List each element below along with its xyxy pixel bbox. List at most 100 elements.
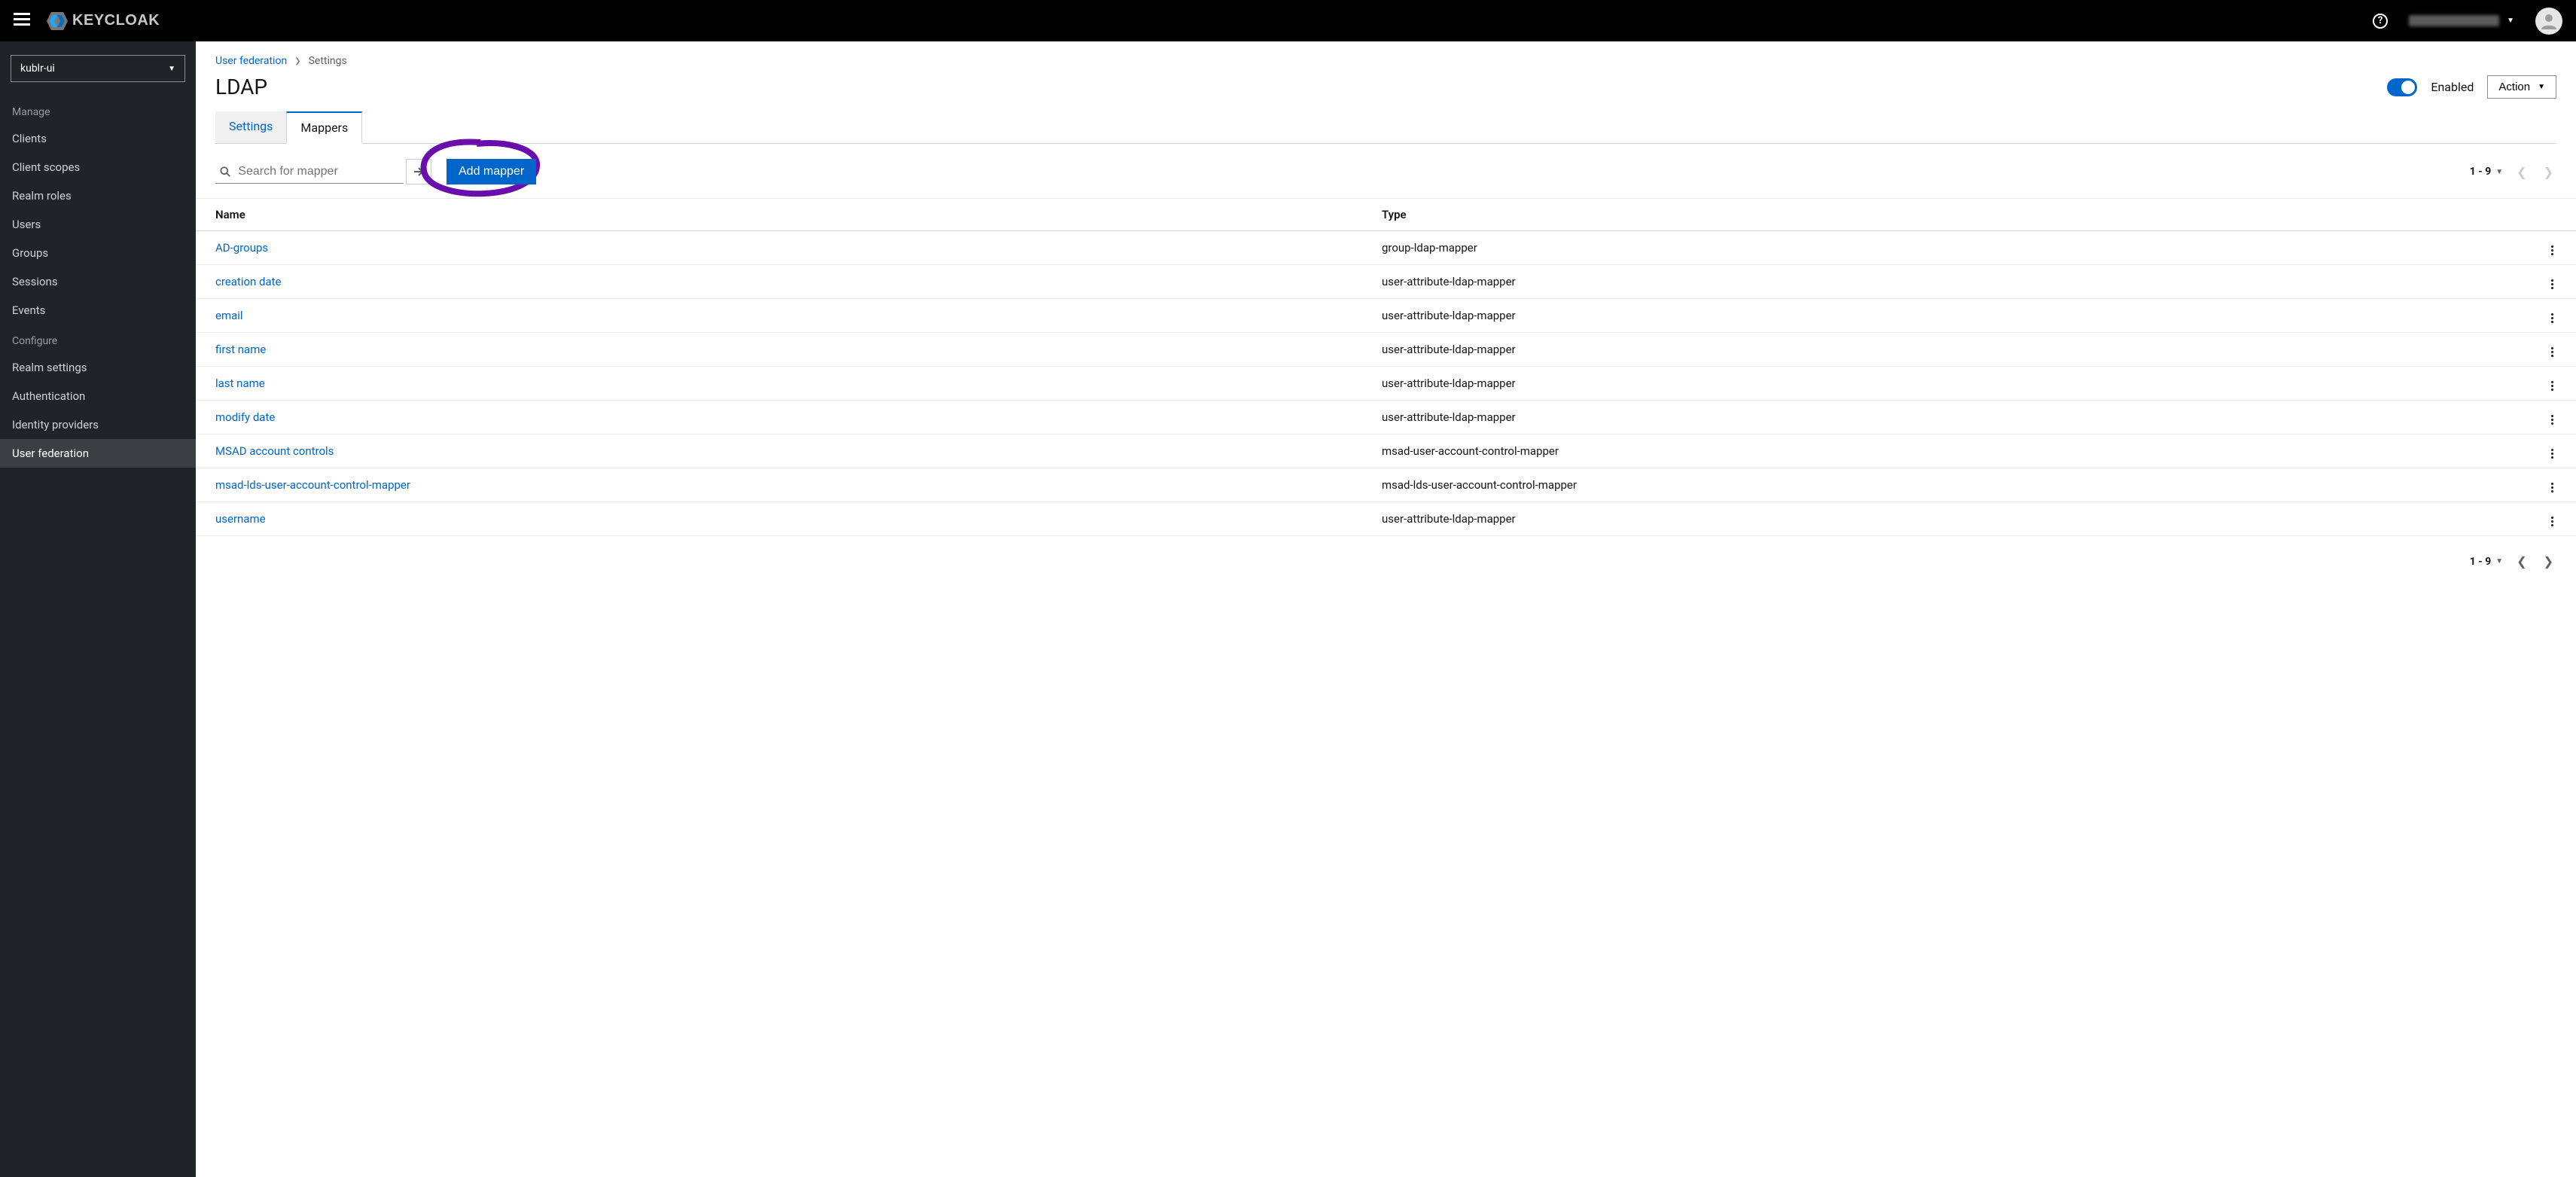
sidebar-item-events[interactable]: Events — [0, 296, 196, 325]
table-row: msad-lds-user-account-control-mapper msad… — [196, 468, 2576, 502]
page-header: LDAP Enabled Action ▼ — [196, 67, 2576, 99]
search-submit-button[interactable] — [406, 159, 431, 184]
row-actions-kebab[interactable] — [2548, 378, 2556, 394]
caret-down-icon: ▼ — [2538, 83, 2545, 91]
help-icon[interactable]: ? — [2373, 14, 2388, 29]
row-actions-kebab[interactable] — [2548, 276, 2556, 292]
search-input[interactable] — [235, 160, 404, 183]
add-mapper-button[interactable]: Add mapper — [447, 159, 536, 184]
sidebar-item-authentication[interactable]: Authentication — [0, 382, 196, 410]
table-row: modify date user-attribute-ldap-mapper — [196, 401, 2576, 435]
sidebar-item-groups[interactable]: Groups — [0, 239, 196, 267]
row-actions-kebab[interactable] — [2548, 446, 2556, 462]
table-row: AD-groups group-ldap-mapper — [196, 231, 2576, 265]
pagination-range-text: 1 - 9 — [2470, 166, 2492, 178]
caret-down-icon: ▼ — [2495, 168, 2503, 176]
caret-down-icon: ▼ — [168, 65, 175, 73]
row-actions-kebab[interactable] — [2548, 242, 2556, 258]
pagination-range-text: 1 - 9 — [2470, 556, 2492, 568]
mapper-type: group-ldap-mapper — [1362, 231, 2529, 265]
mapper-link[interactable]: MSAD account controls — [215, 444, 334, 458]
header-controls: Enabled Action ▼ — [2387, 75, 2556, 99]
hamburger-icon[interactable] — [14, 13, 30, 29]
avatar[interactable] — [2535, 8, 2562, 35]
sidebar-section-header: Configure — [0, 325, 196, 353]
sidebar: kublr-ui ▼ ManageClientsClient scopesRea… — [0, 41, 196, 1177]
action-dropdown[interactable]: Action ▼ — [2487, 75, 2556, 99]
sidebar-item-user-federation[interactable]: User federation — [0, 439, 196, 468]
table-row: usernameuser-attribute-ldap-mapper — [196, 502, 2576, 536]
row-actions-kebab[interactable] — [2548, 310, 2556, 326]
sidebar-section-header: Manage — [0, 96, 196, 124]
table-row: last name user-attribute-ldap-mapper — [196, 367, 2576, 401]
pagination-bottom: 1 - 9 ▼ ❮ ❯ — [2470, 554, 2556, 569]
row-actions-kebab[interactable] — [2548, 480, 2556, 495]
sidebar-item-client-scopes[interactable]: Client scopes — [0, 153, 196, 181]
table-row: MSAD account controls msad-user-account-c… — [196, 435, 2576, 468]
mapper-link[interactable]: AD-groups — [215, 241, 268, 255]
mapper-type: user-attribute-ldap-mapper — [1362, 367, 2529, 401]
mappers-table: Name Type AD-groupsgroup-ldap-mappercrea… — [196, 199, 2576, 536]
pagination-next: ❯ — [2541, 165, 2556, 179]
sidebar-item-sessions[interactable]: Sessions — [0, 267, 196, 296]
mapper-type: user-attribute-ldap-mapper — [1362, 299, 2529, 333]
breadcrumb-link-user-federation[interactable]: User federation — [215, 55, 287, 67]
pagination-range[interactable]: 1 - 9 ▼ — [2470, 166, 2503, 178]
brand-logo[interactable]: KEYCLOAK — [47, 12, 160, 30]
username-redacted — [2409, 15, 2499, 26]
sidebar-item-realm-settings[interactable]: Realm settings — [0, 353, 196, 382]
topbar-left: KEYCLOAK — [14, 12, 160, 30]
table-row: creation date user-attribute-ldap-mapper — [196, 265, 2576, 299]
page-title: LDAP — [215, 75, 267, 99]
mapper-link[interactable]: msad-lds-user-account-control-mapper — [215, 478, 410, 492]
mapper-link[interactable]: creation date — [215, 275, 282, 288]
table-row: first name user-attribute-ldap-mapper — [196, 333, 2576, 367]
pagination-top: 1 - 9 ▼ ❮ ❯ — [2470, 165, 2556, 179]
pagination-prev[interactable]: ❮ — [2514, 554, 2529, 569]
toolbar: Add mapper 1 - 9 ▼ ❮ ❯ — [196, 144, 2576, 199]
tab-mappers[interactable]: Mappers — [286, 111, 362, 144]
mapper-link[interactable]: last name — [215, 377, 265, 390]
sidebar-item-identity-providers[interactable]: Identity providers — [0, 410, 196, 439]
pagination-prev: ❮ — [2514, 165, 2529, 179]
mapper-link[interactable]: email — [215, 309, 243, 322]
brand-mark-icon — [47, 12, 68, 30]
mapper-type: user-attribute-ldap-mapper — [1362, 265, 2529, 299]
toolbar-left: Add mapper — [202, 159, 536, 184]
row-actions-kebab[interactable] — [2548, 344, 2556, 360]
realm-selector[interactable]: kublr-ui ▼ — [11, 55, 185, 82]
enabled-label: Enabled — [2431, 80, 2474, 94]
mapper-link[interactable]: modify date — [215, 410, 275, 424]
enabled-toggle[interactable] — [2387, 78, 2417, 96]
breadcrumb-current: Settings — [309, 55, 347, 67]
column-header-actions — [2529, 199, 2576, 231]
content: User federation ❯ Settings LDAP Enabled … — [196, 41, 2576, 1177]
topbar: KEYCLOAK ? ▼ — [0, 0, 2576, 41]
mapper-type: msad-user-account-control-mapper — [1362, 435, 2529, 468]
user-menu[interactable]: ▼ — [2409, 15, 2514, 26]
row-actions-kebab[interactable] — [2548, 412, 2556, 428]
pagination-range[interactable]: 1 - 9 ▼ — [2470, 556, 2503, 568]
column-header-type: Type — [1362, 199, 2529, 231]
pagination-next[interactable]: ❯ — [2541, 554, 2556, 569]
caret-down-icon: ▼ — [2495, 557, 2503, 566]
arrow-right-icon — [413, 166, 425, 178]
brand-name: KEYCLOAK — [72, 12, 160, 29]
sidebar-item-realm-roles[interactable]: Realm roles — [0, 181, 196, 210]
sidebar-item-clients[interactable]: Clients — [0, 124, 196, 153]
column-header-name: Name — [196, 199, 1362, 231]
mapper-type: user-attribute-ldap-mapper — [1362, 333, 2529, 367]
tabs: SettingsMappers — [215, 111, 2556, 144]
action-label: Action — [2498, 81, 2530, 93]
mapper-type: user-attribute-ldap-mapper — [1362, 401, 2529, 435]
breadcrumb: User federation ❯ Settings — [196, 41, 2576, 67]
search-icon — [220, 166, 230, 178]
pagination-bottom-wrap: 1 - 9 ▼ ❮ ❯ — [196, 536, 2576, 587]
topbar-right: ? ▼ — [2373, 8, 2562, 35]
row-actions-kebab[interactable] — [2548, 514, 2556, 529]
mapper-link[interactable]: username — [215, 512, 266, 526]
mapper-type: msad-lds-user-account-control-mapper — [1362, 468, 2529, 502]
mapper-link[interactable]: first name — [215, 343, 266, 356]
sidebar-item-users[interactable]: Users — [0, 210, 196, 239]
tab-settings[interactable]: Settings — [215, 111, 286, 143]
